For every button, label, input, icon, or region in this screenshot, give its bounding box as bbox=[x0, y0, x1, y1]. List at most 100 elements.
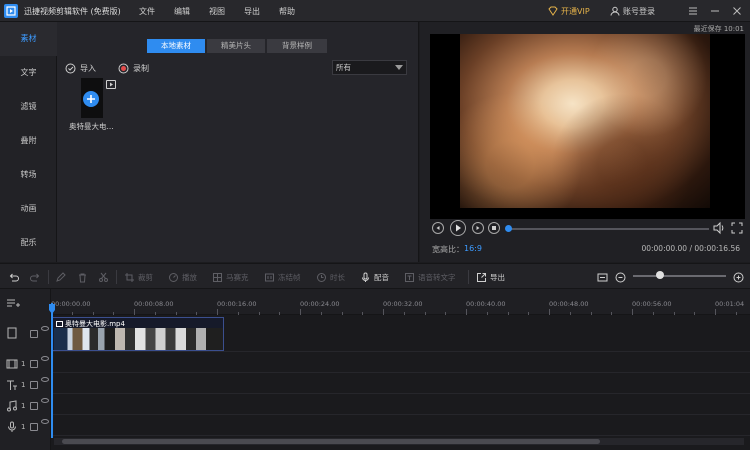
dub-button[interactable]: 配音 bbox=[360, 271, 389, 283]
lock-icon[interactable] bbox=[30, 360, 38, 368]
playhead[interactable] bbox=[51, 303, 53, 438]
ruler-tick: 00:00:08.00 bbox=[134, 300, 174, 308]
lock-icon[interactable] bbox=[30, 402, 38, 410]
speed-button[interactable]: 播放 bbox=[168, 271, 197, 283]
volume-icon[interactable] bbox=[712, 221, 726, 235]
visibility-icon[interactable] bbox=[41, 377, 49, 382]
add-track-icon[interactable] bbox=[6, 297, 20, 309]
timeline-clip[interactable]: 奥特曼大电影.mp4 bbox=[52, 317, 224, 351]
import-button[interactable]: 导入 bbox=[65, 61, 96, 75]
app-logo-icon bbox=[4, 4, 18, 18]
speed-label: 播放 bbox=[182, 272, 197, 282]
import-label: 导入 bbox=[80, 63, 96, 73]
filter-value: 所有 bbox=[336, 63, 351, 72]
media-panel: 本地素材 精美片头 背景样例 导入 录制 所有 奥特曼大电... bbox=[57, 22, 419, 262]
menu-help[interactable]: 帮助 bbox=[279, 6, 295, 17]
minimize-icon[interactable] bbox=[708, 4, 722, 18]
add-to-timeline-icon[interactable] bbox=[83, 91, 99, 107]
visibility-icon[interactable] bbox=[41, 419, 49, 424]
lock-icon[interactable] bbox=[30, 330, 38, 338]
crop-button[interactable]: 裁剪 bbox=[124, 271, 153, 283]
video-track[interactable] bbox=[51, 352, 750, 373]
voice-track[interactable] bbox=[51, 415, 750, 436]
fit-timeline-icon[interactable] bbox=[597, 271, 608, 283]
menu-view[interactable]: 视图 bbox=[209, 6, 225, 17]
speech-to-text-label: 语音转文字 bbox=[418, 272, 456, 282]
menu-export[interactable]: 导出 bbox=[244, 6, 260, 17]
dub-label: 配音 bbox=[374, 272, 389, 282]
menu-file[interactable]: 文件 bbox=[139, 6, 155, 17]
duration-button[interactable]: 时长 bbox=[316, 271, 345, 283]
delete-icon[interactable] bbox=[77, 271, 88, 283]
lock-icon[interactable] bbox=[30, 423, 38, 431]
play-button[interactable] bbox=[450, 220, 466, 236]
menu-edit[interactable]: 编辑 bbox=[174, 6, 190, 17]
menu-icon[interactable] bbox=[686, 4, 700, 18]
visibility-icon[interactable] bbox=[41, 398, 49, 403]
login-button[interactable]: 账号登录 bbox=[610, 4, 655, 18]
freeze-frame-label: 冻结帧 bbox=[278, 272, 301, 282]
record-button[interactable]: 录制 bbox=[118, 61, 149, 75]
close-icon[interactable] bbox=[730, 4, 744, 18]
autosave-status: 最近保存 10:01 bbox=[693, 25, 744, 33]
mosaic-icon bbox=[212, 272, 223, 283]
next-frame-button[interactable] bbox=[472, 222, 484, 234]
video-type-icon bbox=[106, 80, 116, 89]
app-title: 迅捷视频剪辑软件 (免费版) bbox=[24, 7, 121, 16]
video-track-icon bbox=[6, 358, 18, 370]
text-track[interactable] bbox=[51, 373, 750, 394]
seek-handle[interactable] bbox=[505, 225, 512, 232]
redo-icon[interactable] bbox=[30, 271, 41, 283]
clip-video-icon bbox=[56, 321, 63, 327]
zoom-slider-track[interactable] bbox=[633, 275, 726, 277]
sidebar-item-material[interactable]: 素材 bbox=[0, 22, 57, 56]
zoom-in-icon[interactable] bbox=[733, 271, 744, 283]
undo-icon[interactable] bbox=[8, 271, 19, 283]
zoom-out-icon[interactable] bbox=[615, 271, 626, 283]
prev-frame-button[interactable] bbox=[432, 222, 444, 234]
vip-button[interactable]: 开通VIP bbox=[548, 4, 590, 18]
aspect-ratio-value[interactable]: 16:9 bbox=[464, 244, 482, 253]
split-icon[interactable] bbox=[98, 271, 109, 283]
zoom-slider-handle[interactable] bbox=[656, 271, 664, 279]
music-track-icon bbox=[6, 400, 18, 412]
video-frame-texture bbox=[460, 34, 710, 208]
text-track-number: 1 bbox=[21, 381, 26, 389]
sidebar-item-text[interactable]: 文字 bbox=[0, 56, 57, 90]
clip-thumbnails bbox=[54, 328, 223, 350]
speech-to-text-button[interactable]: 语音转文字 bbox=[404, 271, 456, 283]
time-ruler[interactable]: 00:00:00.00 00:00:08.00 00:00:16.00 00:0… bbox=[51, 289, 750, 315]
sidebar: 素材 文字 滤镜 叠附 转场 动画 配乐 bbox=[0, 22, 57, 262]
tab-backgrounds[interactable]: 背景样例 bbox=[267, 39, 327, 53]
seek-bar[interactable] bbox=[507, 228, 709, 230]
media-filter-select[interactable]: 所有 bbox=[332, 60, 407, 75]
aspect-ratio-label: 宽高比： bbox=[432, 245, 464, 254]
freeze-frame-button[interactable]: 冻结帧 bbox=[264, 271, 301, 283]
music-track[interactable] bbox=[51, 394, 750, 415]
fullscreen-icon[interactable] bbox=[730, 221, 744, 235]
tab-local-media[interactable]: 本地素材 bbox=[147, 39, 205, 53]
clip-name-text: 奥特曼大电影.mp4 bbox=[65, 320, 125, 328]
duration-label: 时长 bbox=[330, 272, 345, 282]
sidebar-item-transition[interactable]: 转场 bbox=[0, 158, 57, 192]
crop-icon bbox=[124, 272, 135, 283]
horizontal-scrollbar[interactable] bbox=[62, 439, 600, 444]
edit-icon[interactable] bbox=[55, 271, 66, 283]
export-button[interactable]: 导出 bbox=[476, 271, 505, 283]
mosaic-button[interactable]: 马赛克 bbox=[212, 271, 249, 283]
sidebar-item-music[interactable]: 配乐 bbox=[0, 226, 57, 260]
stop-button[interactable] bbox=[488, 222, 500, 234]
export-label: 导出 bbox=[490, 272, 505, 282]
clock-icon bbox=[316, 272, 327, 283]
lock-icon[interactable] bbox=[30, 381, 38, 389]
voice-track-icon bbox=[6, 421, 18, 433]
tab-intros[interactable]: 精美片头 bbox=[207, 39, 265, 53]
sidebar-item-animation[interactable]: 动画 bbox=[0, 192, 57, 226]
visibility-icon[interactable] bbox=[41, 326, 49, 331]
sidebar-item-filter[interactable]: 滤镜 bbox=[0, 90, 57, 124]
record-label: 录制 bbox=[133, 63, 149, 73]
visibility-icon[interactable] bbox=[41, 356, 49, 361]
toolbar-divider bbox=[468, 270, 469, 284]
sidebar-item-overlay[interactable]: 叠附 bbox=[0, 124, 57, 158]
ruler-tick: 00:01:04 bbox=[715, 300, 745, 308]
